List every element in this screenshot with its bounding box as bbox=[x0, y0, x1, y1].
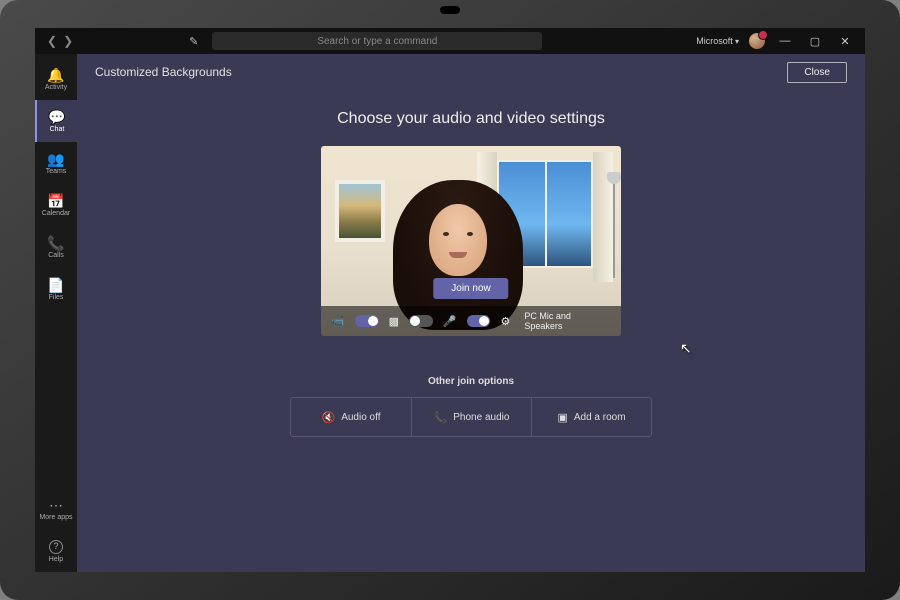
calendar-icon: 📅 bbox=[47, 194, 64, 208]
more-icon: ⋯ bbox=[49, 498, 63, 512]
chat-icon: 💬 bbox=[48, 110, 65, 124]
camera-icon: 📹 bbox=[331, 315, 345, 328]
preview-controls: 📹 ▩ 🎤 ⚙ PC Mic and Speakers bbox=[321, 306, 621, 336]
org-switcher[interactable]: Microsoft bbox=[696, 36, 739, 46]
rail-label: Activity bbox=[45, 84, 67, 91]
rail-label: Teams bbox=[46, 168, 67, 175]
other-options-row: 🔇 Audio off 📞 Phone audio ▣ Add a room bbox=[290, 397, 652, 437]
device-picker[interactable]: PC Mic and Speakers bbox=[524, 311, 611, 331]
floor-lamp bbox=[613, 182, 615, 278]
other-options-label: Other join options bbox=[428, 376, 514, 387]
nav-forward-icon[interactable]: ❯ bbox=[63, 34, 73, 48]
title-bar: ❮ ❯ ✎ Search or type a command Microsoft… bbox=[35, 28, 865, 54]
minimize-button[interactable]: — bbox=[775, 35, 795, 47]
file-icon: 📄 bbox=[47, 278, 64, 292]
tablet-camera bbox=[440, 6, 460, 14]
add-room-button[interactable]: ▣ Add a room bbox=[531, 398, 651, 436]
rail-label: Calls bbox=[48, 252, 64, 259]
bell-icon: 🔔 bbox=[47, 68, 64, 82]
blur-toggle[interactable] bbox=[409, 315, 433, 327]
people-icon: 👥 bbox=[47, 152, 64, 166]
nav-back-icon[interactable]: ❮ bbox=[47, 34, 57, 48]
compose-icon[interactable]: ✎ bbox=[189, 35, 198, 48]
phone-audio-button[interactable]: 📞 Phone audio bbox=[411, 398, 531, 436]
app-rail: 🔔 Activity 💬 Chat 👥 Teams 📅 Calendar 📞 bbox=[35, 54, 77, 572]
rail-teams[interactable]: 👥 Teams bbox=[35, 142, 77, 184]
rail-label: Help bbox=[49, 556, 63, 563]
title-right-cluster: Microsoft — ▢ ✕ bbox=[696, 33, 859, 49]
user-avatar[interactable] bbox=[749, 33, 765, 49]
opt-label: Phone audio bbox=[453, 412, 509, 423]
video-preview: Join now 📹 ▩ 🎤 ⚙ PC Mic and Speakers bbox=[321, 146, 621, 336]
rail-activity[interactable]: 🔔 Activity bbox=[35, 58, 77, 100]
panel-header: Customized Backgrounds Close bbox=[77, 54, 865, 90]
gear-icon[interactable]: ⚙ bbox=[500, 315, 510, 328]
search-input[interactable]: Search or type a command bbox=[212, 32, 542, 50]
speaker-mute-icon: 🔇 bbox=[322, 411, 336, 424]
panel-title: Customized Backgrounds bbox=[95, 65, 232, 79]
rail-chat[interactable]: 💬 Chat bbox=[35, 100, 77, 142]
rail-files[interactable]: 📄 Files bbox=[35, 268, 77, 310]
audio-off-button[interactable]: 🔇 Audio off bbox=[291, 398, 411, 436]
rail-label: Files bbox=[49, 294, 64, 301]
rail-label: Calendar bbox=[42, 210, 70, 217]
opt-label: Add a room bbox=[574, 412, 626, 423]
wall-art bbox=[335, 180, 385, 242]
tablet-bezel: ❮ ❯ ✎ Search or type a command Microsoft… bbox=[0, 0, 900, 600]
prejoin-heading: Choose your audio and video settings bbox=[337, 110, 605, 128]
rail-calendar[interactable]: 📅 Calendar bbox=[35, 184, 77, 226]
maximize-button[interactable]: ▢ bbox=[805, 35, 825, 48]
close-button[interactable]: Close bbox=[787, 62, 847, 83]
rail-help[interactable]: ? Help bbox=[35, 530, 77, 572]
person-face bbox=[429, 204, 487, 276]
app-window: ❮ ❯ ✎ Search or type a command Microsoft… bbox=[35, 28, 865, 572]
camera-toggle[interactable] bbox=[355, 315, 379, 327]
room-icon: ▣ bbox=[557, 411, 567, 424]
phone-icon: 📞 bbox=[47, 236, 64, 250]
close-window-button[interactable]: ✕ bbox=[835, 35, 855, 48]
join-now-button[interactable]: Join now bbox=[433, 278, 508, 299]
rail-more-apps[interactable]: ⋯ More apps bbox=[35, 488, 77, 530]
opt-label: Audio off bbox=[341, 412, 380, 423]
rail-label: More apps bbox=[39, 514, 72, 521]
mic-icon: 🎤 bbox=[443, 315, 457, 328]
prejoin-panel: Customized Backgrounds Close Choose your… bbox=[77, 54, 865, 572]
rail-label: Chat bbox=[50, 126, 65, 133]
prejoin-center: Choose your audio and video settings bbox=[77, 90, 865, 572]
phone-icon: 📞 bbox=[434, 411, 448, 424]
body: 🔔 Activity 💬 Chat 👥 Teams 📅 Calendar 📞 bbox=[35, 54, 865, 572]
nav-arrows: ❮ ❯ bbox=[47, 34, 73, 48]
mic-toggle[interactable] bbox=[467, 315, 491, 327]
blur-icon: ▩ bbox=[389, 315, 399, 328]
help-icon: ? bbox=[49, 540, 63, 554]
rail-calls[interactable]: 📞 Calls bbox=[35, 226, 77, 268]
